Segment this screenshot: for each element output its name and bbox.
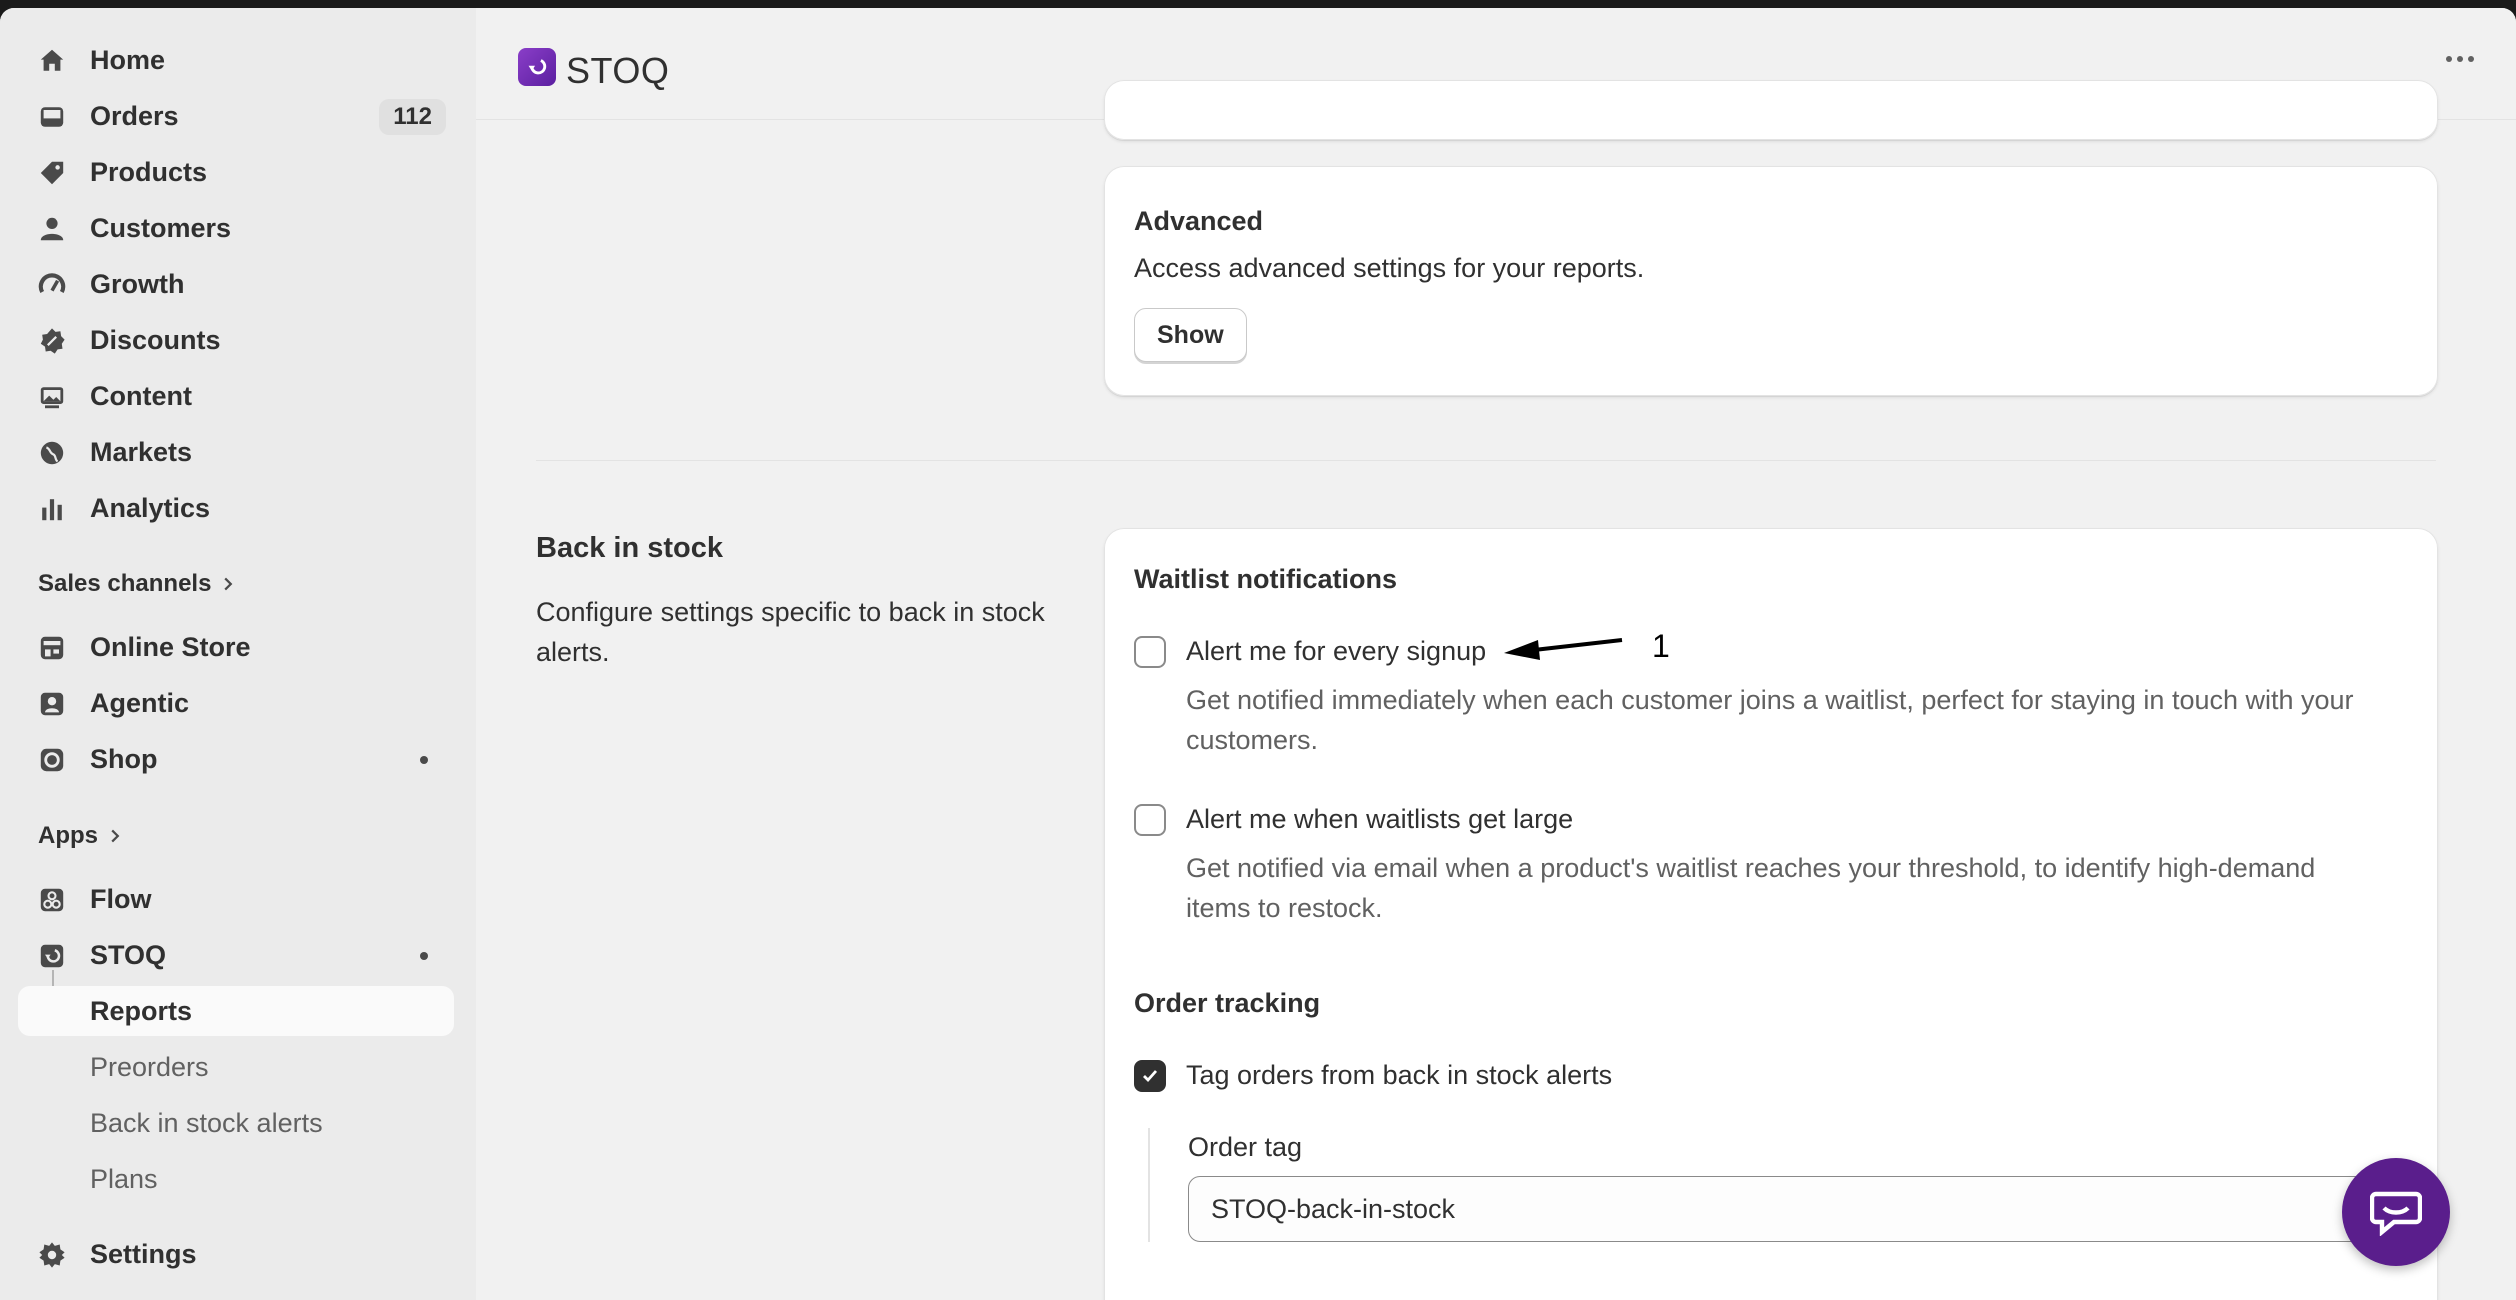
- sidebar: Home Orders 112 Products Customers Growt…: [0, 8, 476, 1300]
- sidebar-item-label: Reports: [90, 995, 193, 1026]
- sidebar-subitem-preorders[interactable]: Preorders: [18, 1042, 454, 1092]
- app-title: STOQ: [566, 50, 670, 91]
- alert-large-waitlist-checkbox[interactable]: [1134, 804, 1166, 836]
- robot-icon: [38, 690, 66, 718]
- alert-large-waitlist-help: Get notified via email when a product's …: [1186, 853, 2316, 923]
- sidebar-item-online-store[interactable]: Online Store: [18, 622, 454, 672]
- waitlist-notifications-title: Waitlist notifications: [1134, 564, 1397, 594]
- alert-every-signup-label[interactable]: Alert me for every signup: [1186, 636, 1486, 667]
- gauge-icon: [38, 271, 66, 299]
- sidebar-item-stoq[interactable]: STOQ: [18, 930, 454, 980]
- gear-icon: [38, 1241, 66, 1269]
- advanced-description: Access advanced settings for your report…: [1134, 253, 1645, 283]
- sidebar-item-label: Plans: [90, 1163, 158, 1194]
- more-dot: [2468, 56, 2474, 62]
- sidebar-item-label: Online Store: [90, 631, 251, 662]
- stoq-icon: [38, 942, 66, 970]
- sidebar-item-label: Growth: [90, 268, 185, 299]
- sidebar-item-label: Back in stock alerts: [90, 1107, 323, 1138]
- annotation-arrow: [1504, 638, 1623, 660]
- more-dot: [2446, 56, 2452, 62]
- back-in-stock-description: Configure settings specific to back in s…: [536, 597, 1045, 667]
- more-dot: [2457, 56, 2463, 62]
- alert-every-signup-help: Get notified immediately when each custo…: [1186, 685, 2354, 755]
- sidebar-item-label: Flow: [90, 883, 152, 914]
- advanced-title: Advanced: [1134, 206, 1264, 236]
- chat-support-button[interactable]: [2342, 1158, 2450, 1266]
- sidebar-subitem-reports[interactable]: Reports: [18, 986, 454, 1036]
- chevron-right-icon: [221, 570, 235, 598]
- inbox-icon: [38, 103, 66, 131]
- sidebar-item-orders[interactable]: Orders 112: [18, 91, 454, 141]
- sidebar-item-agentic[interactable]: Agentic: [18, 678, 454, 728]
- sidebar-item-label: Customers: [90, 212, 232, 243]
- tag-orders-label[interactable]: Tag orders from back in stock alerts: [1186, 1060, 1612, 1091]
- sidebar-item-label: Analytics: [90, 492, 211, 523]
- previous-card: [1104, 80, 2438, 140]
- sidebar-item-label: Settings: [90, 1238, 197, 1269]
- chat-icon: [2370, 1191, 2422, 1236]
- alert-every-signup-checkbox[interactable]: [1134, 636, 1166, 668]
- sidebar-item-analytics[interactable]: Analytics: [18, 483, 454, 533]
- sidebar-item-label: Shop: [90, 743, 158, 774]
- checkmark-icon: [1143, 1070, 1158, 1083]
- sidebar-item-content[interactable]: Content: [18, 371, 454, 421]
- sidebar-item-growth[interactable]: Growth: [18, 259, 454, 309]
- status-dot: [420, 952, 428, 960]
- sidebar-item-label: Products: [90, 156, 208, 187]
- sidebar-item-label: Preorders: [90, 1051, 209, 1082]
- sidebar-item-shop[interactable]: Shop: [18, 734, 454, 784]
- order-tracking-title: Order tracking: [1134, 988, 1321, 1018]
- indent-line: [1148, 1128, 1150, 1242]
- sidebar-item-label: Markets: [90, 436, 193, 467]
- sidebar-subitem-back-in-stock-alerts[interactable]: Back in stock alerts: [18, 1098, 454, 1148]
- sidebar-item-products[interactable]: Products: [18, 147, 454, 197]
- sidebar-item-label: Orders: [90, 100, 179, 131]
- shop-icon: [38, 746, 66, 774]
- bar-chart-icon: [38, 495, 66, 523]
- discount-icon: [38, 327, 66, 355]
- order-tag-label: Order tag: [1188, 1132, 1303, 1162]
- sidebar-item-discounts[interactable]: Discounts: [18, 315, 454, 365]
- section-divider: [536, 460, 2436, 461]
- tag-orders-checkbox[interactable]: [1134, 1060, 1166, 1092]
- store-icon: [38, 634, 66, 662]
- alert-large-waitlist-label[interactable]: Alert me when waitlists get large: [1186, 804, 1573, 835]
- sidebar-item-label: Discounts: [90, 324, 221, 355]
- flow-icon: [38, 886, 66, 914]
- sidebar-item-label: Home: [90, 44, 166, 75]
- back-in-stock-title: Back in stock: [536, 532, 723, 564]
- annotation-number: 1: [1652, 628, 1670, 664]
- sales-channels-heading[interactable]: Sales channels: [38, 570, 235, 598]
- orders-count-badge: 112: [379, 99, 446, 135]
- stoq-logo-icon: [518, 48, 556, 86]
- order-tag-input[interactable]: STOQ-back-in-stock: [1188, 1176, 2414, 1242]
- image-icon: [38, 383, 66, 411]
- sidebar-item-label: Content: [90, 380, 192, 411]
- person-icon: [38, 215, 66, 243]
- app-window: Home Orders 112 Products Customers Growt…: [0, 8, 2516, 1300]
- sidebar-item-home[interactable]: Home: [18, 35, 454, 85]
- advanced-card: Advanced Access advanced settings for yo…: [1104, 166, 2438, 396]
- show-advanced-button[interactable]: Show: [1134, 308, 1247, 362]
- sidebar-item-label: Agentic: [90, 687, 190, 718]
- status-dot: [420, 756, 428, 764]
- sidebar-item-settings[interactable]: Settings: [18, 1229, 454, 1279]
- back-in-stock-settings-card: Waitlist notifications Alert me for ever…: [1104, 528, 2438, 1300]
- sidebar-item-label: STOQ: [90, 939, 167, 970]
- globe-icon: [38, 439, 66, 467]
- sidebar-item-customers[interactable]: Customers: [18, 203, 454, 253]
- sidebar-subitem-plans[interactable]: Plans: [18, 1154, 454, 1204]
- apps-heading[interactable]: Apps: [38, 822, 122, 850]
- sidebar-item-flow[interactable]: Flow: [18, 874, 454, 924]
- sidebar-item-markets[interactable]: Markets: [18, 427, 454, 477]
- more-actions-button[interactable]: [2446, 56, 2474, 62]
- chevron-right-icon: [108, 822, 122, 850]
- home-icon: [38, 47, 66, 75]
- tag-icon: [38, 159, 66, 187]
- main-content: Advanced Access advanced settings for yo…: [476, 80, 2516, 1300]
